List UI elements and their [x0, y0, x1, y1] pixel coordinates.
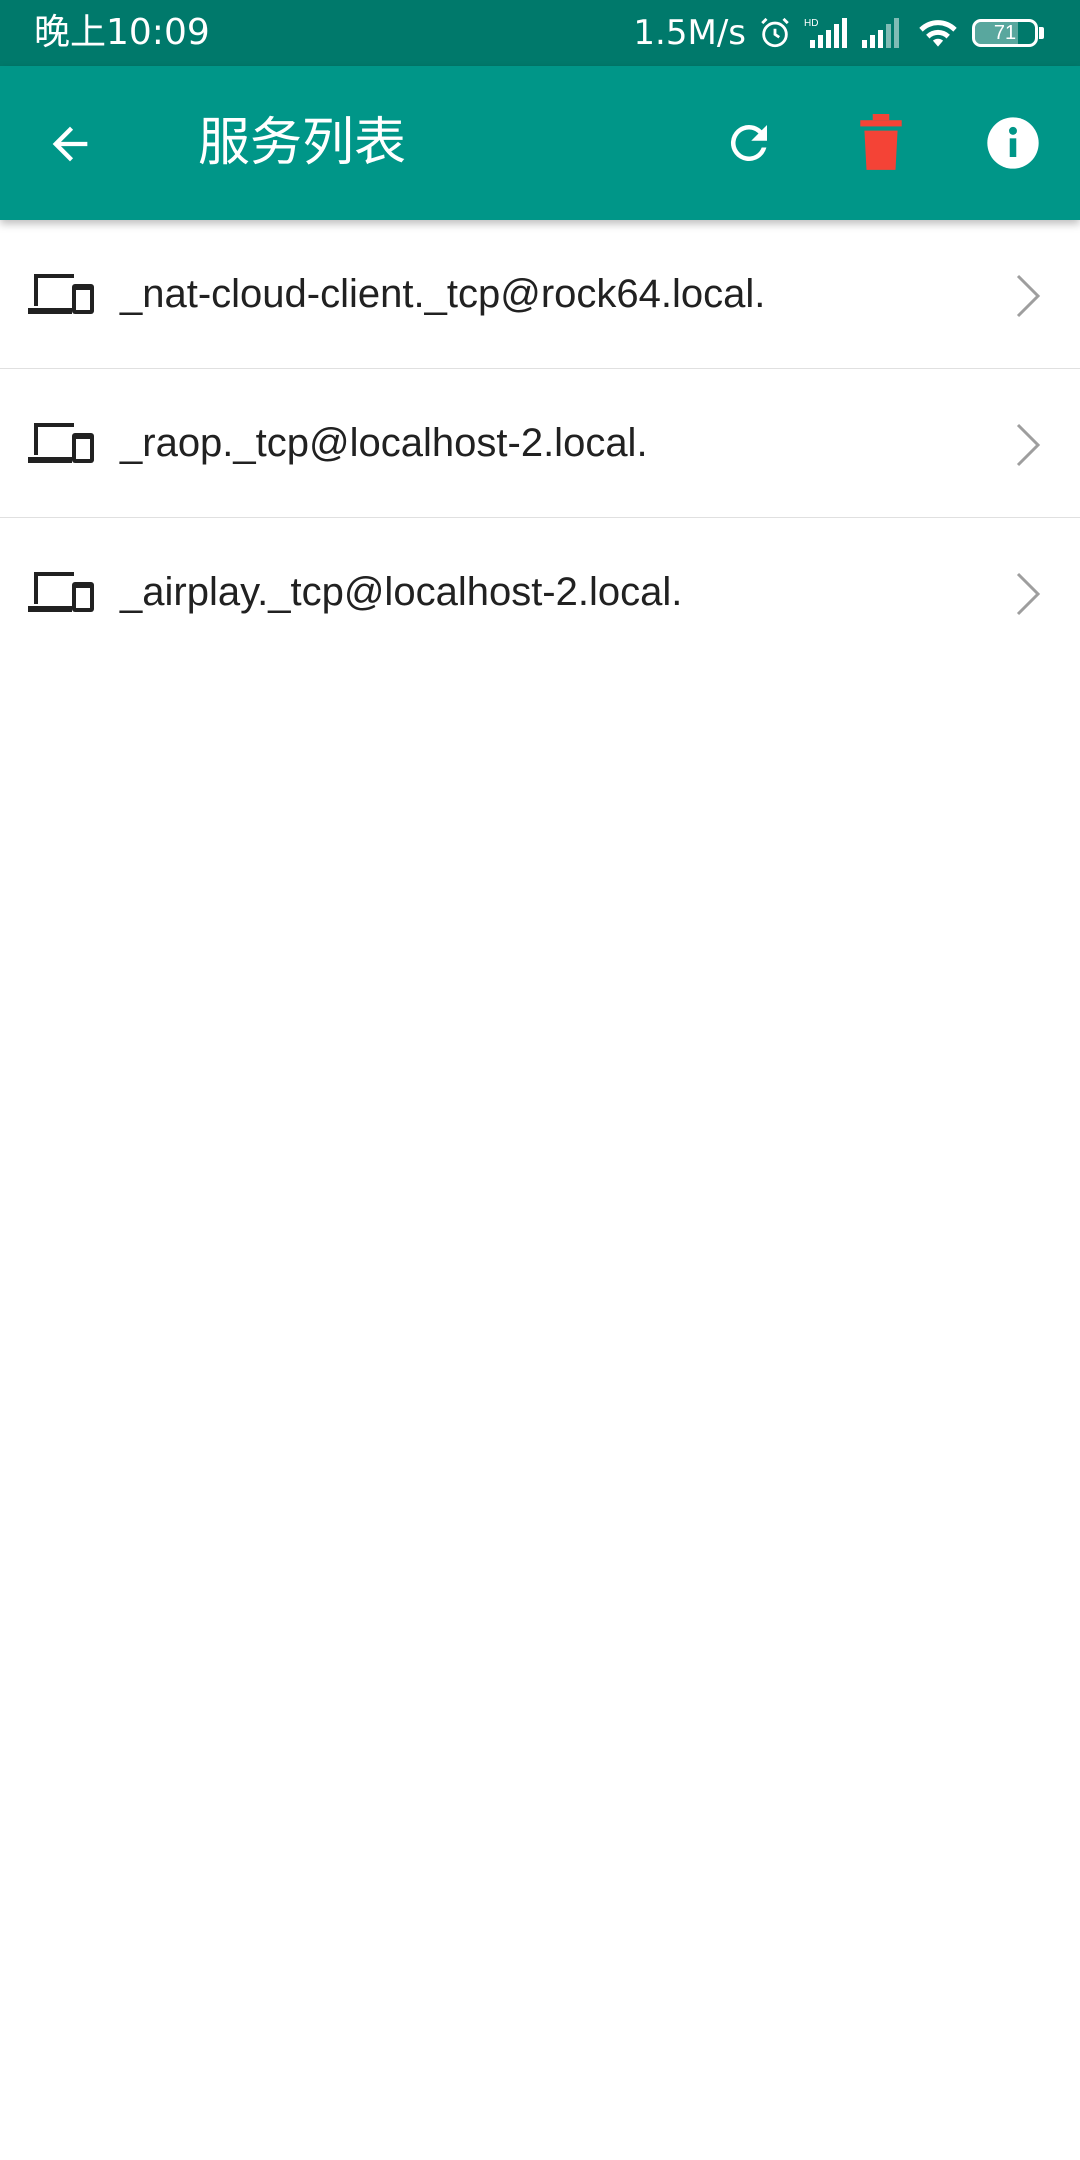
status-icons: 1.5M/s HD 71 — [633, 10, 1044, 56]
service-name: _raop._tcp@localhost-2.local. — [120, 421, 648, 465]
devices-icon — [28, 423, 94, 463]
net-speed: 1.5M/s — [633, 13, 746, 53]
refresh-icon — [730, 124, 767, 161]
signal-hd-icon: HD — [804, 16, 848, 50]
battery-level: 71 — [993, 22, 1017, 44]
service-name: _airplay._tcp@localhost-2.local. — [120, 570, 683, 614]
list-item[interactable]: _airplay._tcp@localhost-2.local. — [0, 518, 1080, 666]
delete-button[interactable] — [848, 110, 914, 176]
trash-icon — [860, 114, 902, 170]
battery-icon: 71 — [972, 19, 1044, 47]
devices-icon — [28, 274, 94, 314]
list-item[interactable]: _nat-cloud-client._tcp@rock64.local. — [0, 220, 1080, 369]
devices-icon — [28, 572, 94, 612]
back-arrow-icon — [52, 126, 88, 162]
service-name: _nat-cloud-client._tcp@rock64.local. — [120, 272, 766, 316]
info-button[interactable] — [980, 110, 1046, 176]
page-title: 服务列表 — [198, 113, 407, 173]
service-list: _nat-cloud-client._tcp@rock64.local. _ra… — [0, 220, 1080, 666]
chevron-right-icon — [1016, 274, 1041, 318]
back-button[interactable] — [40, 114, 100, 174]
list-item[interactable]: _raop._tcp@localhost-2.local. — [0, 369, 1080, 518]
alarm-icon — [758, 16, 792, 50]
chevron-right-icon — [1016, 423, 1041, 467]
battery-body: 71 — [972, 19, 1038, 47]
signal-icon — [860, 16, 904, 50]
app-bar: 服务列表 — [0, 66, 1080, 220]
status-bar: 晚上10:09 1.5M/s HD 71 — [0, 0, 1080, 66]
info-icon — [987, 117, 1039, 169]
refresh-button[interactable] — [716, 110, 782, 176]
svg-text:HD: HD — [804, 18, 818, 29]
wifi-icon — [916, 16, 960, 50]
chevron-right-icon — [1016, 572, 1041, 616]
battery-nub — [1039, 27, 1044, 39]
status-time: 晚上10:09 — [34, 12, 210, 53]
